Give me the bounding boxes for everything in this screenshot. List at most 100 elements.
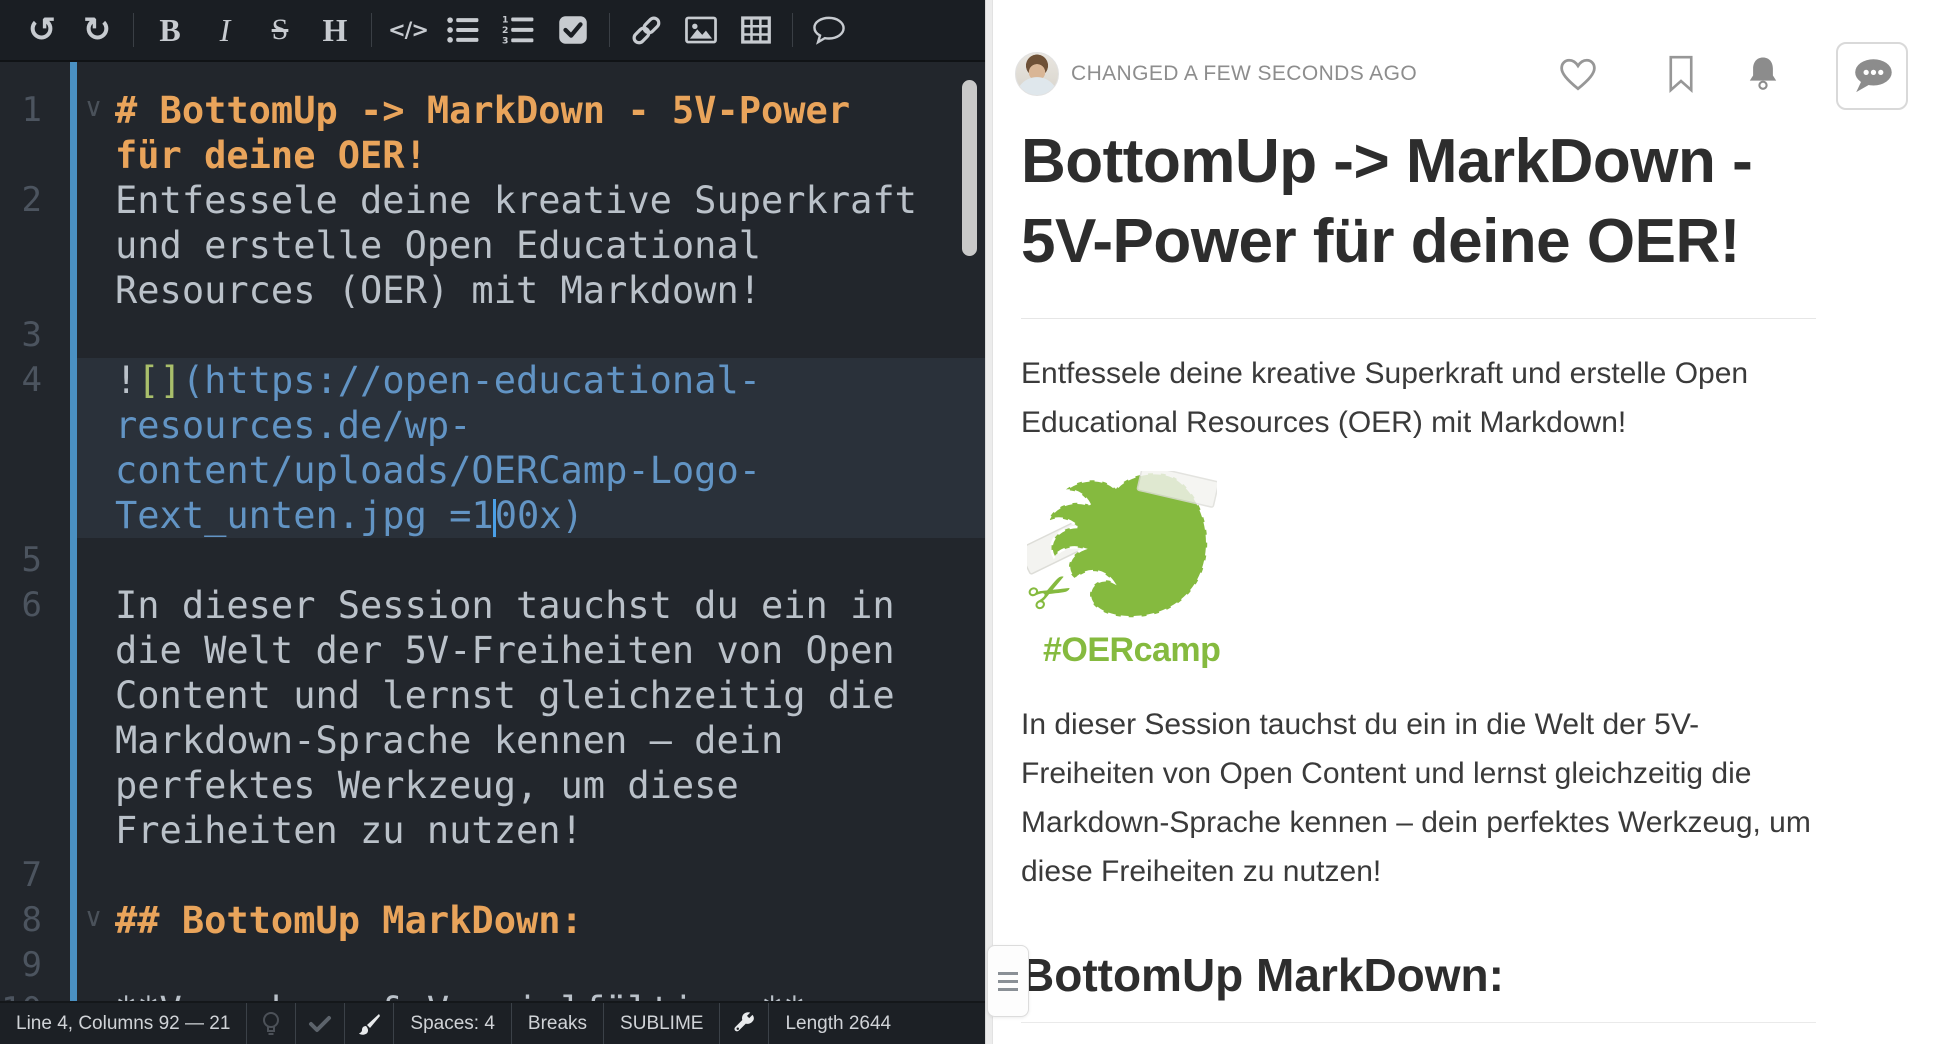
svg-text:2: 2 bbox=[502, 25, 508, 36]
split-drag-handle[interactable] bbox=[987, 945, 1029, 1017]
rendered-document: BottomUp -> MarkDown - 5V-Power für dein… bbox=[1021, 122, 1851, 1023]
logo-caption: #OERcamp bbox=[1043, 631, 1227, 670]
bell-icon[interactable] bbox=[1741, 52, 1785, 96]
wrench-icon[interactable] bbox=[720, 1003, 768, 1044]
editor-row: Content und lernst gleichzeitig die bbox=[0, 673, 985, 718]
section-heading: BottomUp MarkDown: bbox=[1021, 948, 1816, 1023]
table-icon[interactable] bbox=[734, 8, 778, 52]
lightbulb-icon[interactable] bbox=[247, 1003, 295, 1044]
brush-icon[interactable] bbox=[345, 1003, 393, 1044]
heart-icon[interactable] bbox=[1556, 52, 1600, 96]
toolbar-divider bbox=[371, 13, 372, 47]
editor-pane: ↺↻ BISH </> 123 1 ∨ # BottomUp -> MarkDown - … bbox=[0, 0, 985, 1044]
editor-row: content/uploads/OERCamp-Logo- bbox=[0, 448, 985, 493]
svg-text:1: 1 bbox=[502, 15, 508, 26]
editor-row: 9 bbox=[0, 943, 985, 988]
toolbar-divider bbox=[792, 13, 793, 47]
keymap-mode[interactable]: SUBLIME bbox=[604, 1003, 719, 1044]
code-segment: # BottomUp -> MarkDown - 5V-Power bbox=[115, 89, 850, 132]
author-avatar[interactable] bbox=[1015, 52, 1059, 96]
breaks-setting[interactable]: Breaks bbox=[512, 1003, 603, 1044]
check-icon[interactable] bbox=[296, 1003, 344, 1044]
toolbar-divider bbox=[133, 13, 134, 47]
document-title: BottomUp -> MarkDown - 5V-Power für dein… bbox=[1021, 122, 1841, 282]
code-icon[interactable]: </> bbox=[386, 8, 430, 52]
paragraph: In dieser Session tauchst du ein in die … bbox=[1021, 700, 1816, 896]
code-segment: [] bbox=[137, 359, 182, 402]
editor-row: 10 **Verwahren & Vervielfältigen** bbox=[0, 988, 985, 1001]
task-list-icon[interactable] bbox=[551, 8, 595, 52]
code-segment: Text_unten.jpg =1 bbox=[115, 494, 494, 537]
editor-row: perfektes Werkzeug, um diese bbox=[0, 763, 985, 808]
fold-chevron-icon[interactable]: ∨ bbox=[84, 896, 103, 941]
code-segment: Content und lernst gleichzeitig die bbox=[115, 674, 895, 717]
code-segment: Freiheiten zu nutzen! bbox=[115, 809, 583, 852]
paragraph: Entfessele deine kreative Superkraft und… bbox=[1021, 349, 1816, 447]
editor-scrollbar[interactable] bbox=[962, 80, 977, 256]
gutter-accent-rule bbox=[70, 62, 77, 1001]
comments-button[interactable] bbox=[1836, 42, 1908, 110]
editor-row: Freiheiten zu nutzen! bbox=[0, 808, 985, 853]
code-segment: die Welt der 5V-Freiheiten von Open bbox=[115, 629, 895, 672]
app-window: ↺↻ BISH </> 123 1 ∨ # BottomUp -> MarkDown - … bbox=[0, 0, 1938, 1044]
editor-row: 7 bbox=[0, 853, 985, 898]
editor-statusbar: Line 4, Columns 92 — 21 Sp bbox=[0, 1001, 985, 1044]
toolbar-divider bbox=[609, 13, 610, 47]
unordered-list-icon[interactable] bbox=[441, 8, 485, 52]
strikethrough-icon[interactable]: S bbox=[258, 8, 302, 52]
code-segment: ! bbox=[115, 359, 137, 402]
code-segment: ## BottomUp MarkDown: bbox=[115, 899, 583, 942]
editor-row: Markdown-Sprache kennen – dein bbox=[0, 718, 985, 763]
note-header: CHANGED A FEW SECONDS AGO bbox=[993, 38, 1938, 118]
ordered-list-icon[interactable]: 123 bbox=[496, 8, 540, 52]
code-segment: und erstelle Open Educational bbox=[115, 224, 761, 267]
line-number: 2 bbox=[0, 178, 52, 223]
document-length: Length 2644 bbox=[769, 1003, 907, 1044]
undo-icon[interactable]: ↺ bbox=[20, 8, 64, 52]
markdown-editor[interactable]: 1∨# BottomUp -> MarkDown - 5V-Powerfür d… bbox=[0, 62, 985, 1001]
fold-chevron-icon[interactable]: ∨ bbox=[84, 86, 103, 131]
code-segment: In dieser Session tauchst du ein in bbox=[115, 584, 895, 627]
code-segment: resources.de/wp- bbox=[115, 404, 471, 447]
editor-row: Text_unten.jpg =100x) bbox=[0, 493, 985, 538]
editor-row: 6 In dieser Session tauchst du ein in bbox=[0, 583, 985, 628]
editor-row: 1∨# BottomUp -> MarkDown - 5V-Power bbox=[0, 88, 985, 133]
pane-divider[interactable] bbox=[985, 0, 993, 1044]
last-changed-label: CHANGED A FEW SECONDS AGO bbox=[1071, 52, 1417, 96]
code-segment: Entfessele deine kreative Superkraft bbox=[115, 179, 917, 222]
link-icon[interactable] bbox=[624, 8, 668, 52]
editor-row: resources.de/wp- bbox=[0, 403, 985, 448]
line-number: 6 bbox=[0, 583, 52, 628]
italic-icon[interactable]: I bbox=[203, 8, 247, 52]
bookmark-icon[interactable] bbox=[1659, 52, 1703, 96]
editor-row: 3 bbox=[0, 313, 985, 358]
oercamp-logo-image: ✂ #OERcamp bbox=[1027, 471, 1227, 670]
comment-icon[interactable] bbox=[807, 8, 851, 52]
redo-icon[interactable]: ↻ bbox=[75, 8, 119, 52]
editor-row: und erstelle Open Educational bbox=[0, 223, 985, 268]
image-icon[interactable] bbox=[679, 8, 723, 52]
editor-row: 4![](https://open-educational- bbox=[0, 358, 985, 403]
bold-icon[interactable]: B bbox=[148, 8, 192, 52]
editor-row: 8 ∨ ## BottomUp MarkDown: bbox=[0, 898, 985, 943]
cursor-position: Line 4, Columns 92 — 21 bbox=[0, 1003, 246, 1044]
editor-row: 2 Entfessele deine kreative Superkraft bbox=[0, 178, 985, 223]
code-segment: 00x) bbox=[495, 494, 584, 537]
line-number: 9 bbox=[0, 943, 52, 988]
title-rule bbox=[1021, 318, 1816, 319]
line-number: 10 bbox=[0, 988, 52, 1001]
spaces-setting[interactable]: Spaces: 4 bbox=[394, 1003, 511, 1044]
code-segment: perfektes Werkzeug, um diese bbox=[115, 764, 739, 807]
line-number: 4 bbox=[0, 358, 52, 403]
editor-row: die Welt der 5V-Freiheiten von Open bbox=[0, 628, 985, 673]
heading-icon[interactable]: H bbox=[313, 8, 357, 52]
line-number: 8 bbox=[0, 898, 52, 943]
code-segment: **Verwahren & Vervielfältigen** bbox=[115, 989, 806, 1001]
code-segment: Resources (OER) mit Markdown! bbox=[115, 269, 761, 312]
code-segment: Markdown-Sprache kennen – dein bbox=[115, 719, 783, 762]
editor-toolbar: ↺↻ BISH </> 123 bbox=[0, 0, 985, 62]
code-segment: (https://open-educational- bbox=[182, 359, 761, 402]
preview-pane: CHANGED A FEW SECONDS AGO bbox=[993, 0, 1938, 1044]
editor-row: für deine OER! bbox=[0, 133, 985, 178]
line-number: 3 bbox=[0, 313, 52, 358]
